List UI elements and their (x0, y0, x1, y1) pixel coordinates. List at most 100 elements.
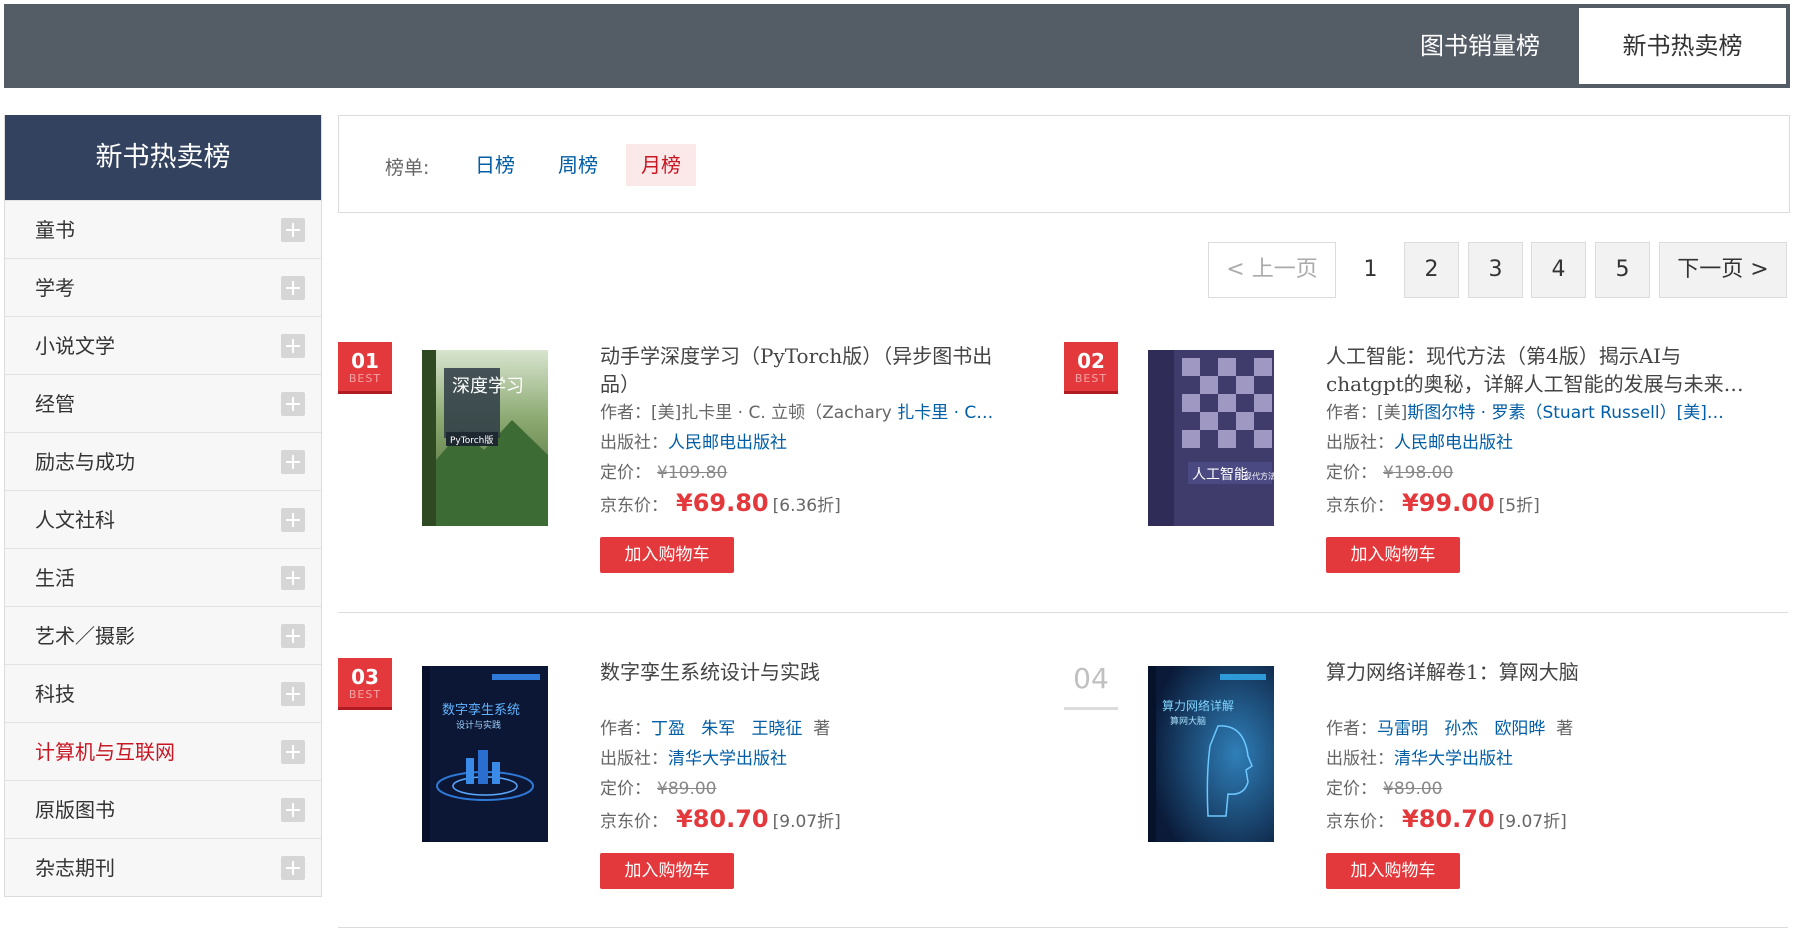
book-cover[interactable]: 数字孪生系统 设计与实践 (422, 666, 548, 842)
filter-weekly[interactable]: 周榜 (543, 144, 613, 186)
sidebar-item-business[interactable]: 经管 (5, 374, 321, 432)
add-to-cart-button[interactable]: 加入购物车 (1326, 853, 1460, 889)
next-page-button[interactable]: 下一页 > (1659, 242, 1787, 298)
sidebar-item-label: 原版图书 (35, 798, 115, 822)
book-title[interactable]: 动手学深度学习（PyTorch版）（异步图书出品） (600, 342, 1020, 398)
author-link[interactable]: 王晓征 (751, 719, 802, 739)
book-list-price: 定价： ¥198.00 (1326, 463, 1454, 483)
book-author: 作者：丁盈 朱军 王晓征 著 (600, 719, 831, 739)
sidebar-item-label: 励志与成功 (35, 450, 135, 474)
book-info: 动手学深度学习（PyTorch版）（异步图书出品） 作者：[美]扎卡里 · C.… (600, 342, 1020, 573)
book-title[interactable]: 人工智能：现代方法（第4版）揭示AI与chatgpt的奥秘，详解人工智能的发展与… (1326, 342, 1746, 398)
sidebar-item-exam[interactable]: 学考 (5, 258, 321, 316)
book-cover[interactable]: 算力网络详解 算网大脑 (1148, 666, 1274, 842)
book-author: 作者：马雷明 孙杰 欧阳晔 著 (1326, 719, 1574, 739)
book-info: 算力网络详解卷1：算网大脑 作者：马雷明 孙杰 欧阳晔 著 出版社：清华大学出版… (1326, 658, 1746, 889)
book-jd-price: 京东价： ¥80.70 [9.07折] (1326, 805, 1567, 833)
page-5[interactable]: 5 (1595, 242, 1650, 298)
sidebar-item-success[interactable]: 励志与成功 (5, 432, 321, 490)
add-to-cart-button[interactable]: 加入购物车 (1326, 537, 1460, 573)
book-cover[interactable]: 人工智能 现代方法 (1148, 350, 1274, 526)
author-link[interactable]: 斯图尔特 · 罗素（Stuart Russell）[美]… (1407, 403, 1724, 423)
sidebar-item-science[interactable]: 科技 (5, 664, 321, 722)
publisher-link[interactable]: 清华大学出版社 (668, 749, 787, 769)
plus-icon[interactable] (281, 218, 305, 242)
book-publisher: 出版社：清华大学出版社 (1326, 749, 1513, 769)
author-link[interactable]: 孙杰 (1444, 719, 1478, 739)
plus-icon[interactable] (281, 624, 305, 648)
book-jd-price: 京东价： ¥99.00 [5折] (1326, 489, 1540, 517)
sidebar-item-original[interactable]: 原版图书 (5, 780, 321, 838)
row-divider (338, 927, 1788, 928)
add-to-cart-button[interactable]: 加入购物车 (600, 853, 734, 889)
plus-icon[interactable] (281, 566, 305, 590)
ranking-filter: 榜单: 日榜 周榜 月榜 (338, 115, 1790, 213)
book-list-price: 定价： ¥89.00 (600, 779, 717, 799)
rank-badge: 04 (1064, 658, 1118, 710)
sidebar-title: 新书热卖榜 (5, 115, 321, 200)
svg-text:设计与实践: 设计与实践 (456, 719, 501, 731)
rank-badge: 01 BEST (338, 342, 392, 394)
add-to-cart-button[interactable]: 加入购物车 (600, 537, 734, 573)
svg-text:算网大脑: 算网大脑 (1170, 715, 1206, 727)
plus-icon[interactable] (281, 740, 305, 764)
sidebar-item-magazines[interactable]: 杂志期刊 (5, 838, 321, 896)
publisher-link[interactable]: 人民邮电出版社 (668, 433, 787, 453)
book-info: 人工智能：现代方法（第4版）揭示AI与chatgpt的奥秘，详解人工智能的发展与… (1326, 342, 1746, 573)
tab-new-book-hot-ranking[interactable]: 新书热卖榜 (1579, 8, 1786, 84)
rank-badge: 02 BEST (1064, 342, 1118, 394)
page-3[interactable]: 3 (1468, 242, 1523, 298)
book-publisher: 出版社：人民邮电出版社 (600, 433, 787, 453)
filter-monthly[interactable]: 月榜 (626, 144, 696, 186)
sidebar-item-humanities[interactable]: 人文社科 (5, 490, 321, 548)
book-cover[interactable]: 深度学习 PyTorch版 (422, 350, 548, 526)
prev-page-button[interactable]: < 上一页 (1208, 242, 1336, 298)
book-title[interactable]: 算力网络详解卷1：算网大脑 (1326, 658, 1746, 714)
plus-icon[interactable] (281, 334, 305, 358)
sidebar-item-label: 生活 (35, 566, 75, 590)
sidebar-item-label: 艺术／摄影 (35, 624, 135, 648)
tab-book-sales-ranking[interactable]: 图书销量榜 (1394, 8, 1566, 84)
sidebar-item-children-books[interactable]: 童书 (5, 200, 321, 258)
plus-icon[interactable] (281, 798, 305, 822)
page-4[interactable]: 4 (1531, 242, 1586, 298)
sidebar-item-label: 小说文学 (35, 334, 115, 358)
sidebar-item-fiction[interactable]: 小说文学 (5, 316, 321, 374)
book-publisher: 出版社：人民邮电出版社 (1326, 433, 1513, 453)
rank-tag: BEST (1074, 372, 1108, 385)
sidebar-item-label: 学考 (35, 276, 75, 300)
sidebar-item-label: 经管 (35, 392, 75, 416)
publisher-link[interactable]: 清华大学出版社 (1394, 749, 1513, 769)
sidebar-item-art[interactable]: 艺术／摄影 (5, 606, 321, 664)
cover-title: 深度学习 (452, 376, 524, 397)
author-link[interactable]: 扎卡里 · C… (897, 403, 993, 423)
plus-icon[interactable] (281, 682, 305, 706)
plus-icon[interactable] (281, 450, 305, 474)
book-item: 04 算力网络详解 算网大脑 算力网络详解卷1：算网大脑 作者：马雷明 孙杰 欧… (1064, 658, 1764, 918)
plus-icon[interactable] (281, 856, 305, 880)
page-1[interactable]: 1 (1343, 242, 1398, 298)
sidebar-item-life[interactable]: 生活 (5, 548, 321, 606)
svg-text:现代方法: 现代方法 (1244, 471, 1274, 481)
rank-number: 01 (351, 349, 379, 373)
sidebar-item-computer[interactable]: 计算机与互联网 (5, 722, 321, 780)
cover-title: 算力网络详解 (1162, 698, 1234, 713)
plus-icon[interactable] (281, 276, 305, 300)
book-item: 03 BEST 数字孪生系统 设计与实践 数字孪生系统设计与实践 作者：丁盈 朱… (338, 658, 1038, 918)
publisher-link[interactable]: 人民邮电出版社 (1394, 433, 1513, 453)
book-title[interactable]: 数字孪生系统设计与实践 (600, 658, 1020, 714)
author-link[interactable]: 马雷明 (1377, 719, 1428, 739)
book-author: 作者：[美]斯图尔特 · 罗素（Stuart Russell）[美]… (1326, 403, 1724, 423)
sidebar-item-label: 计算机与互联网 (35, 740, 175, 764)
author-link[interactable]: 丁盈 (651, 719, 685, 739)
rank-tag: BEST (348, 688, 382, 701)
rank-tag: BEST (348, 372, 382, 385)
plus-icon[interactable] (281, 392, 305, 416)
author-link[interactable]: 朱军 (701, 719, 735, 739)
author-link[interactable]: 欧阳晔 (1494, 719, 1545, 739)
book-list-price: 定价： ¥89.00 (1326, 779, 1443, 799)
plus-icon[interactable] (281, 508, 305, 532)
page-2[interactable]: 2 (1404, 242, 1459, 298)
filter-daily[interactable]: 日榜 (460, 144, 530, 186)
cover-title: 数字孪生系统 (442, 702, 520, 718)
